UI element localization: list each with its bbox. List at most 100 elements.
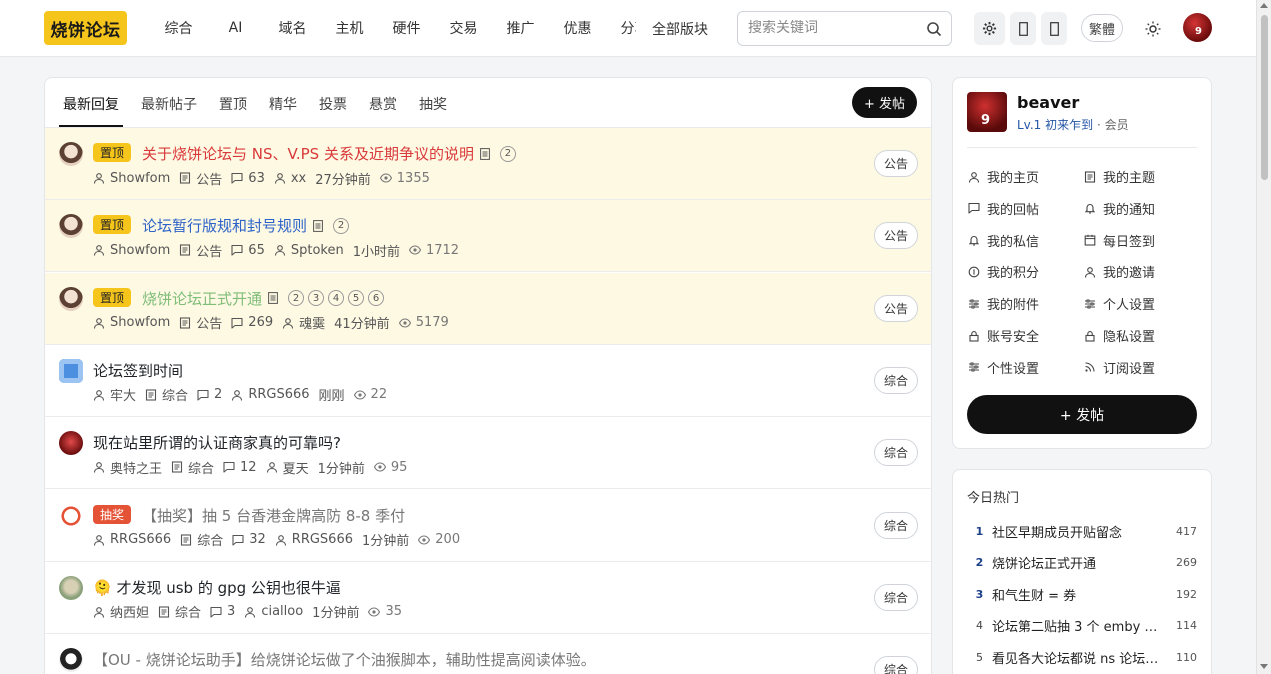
thread-title[interactable]: 🫠 才发现 usb 的 gpg 公钥也很牛逼 [93, 577, 341, 598]
nav-item-general[interactable]: 综合 [150, 18, 207, 38]
page-link[interactable]: 5 [348, 290, 365, 307]
thread-author-avatar[interactable] [59, 214, 83, 239]
thread-last-replier[interactable]: Sptoken [274, 243, 344, 258]
nav-item-domain[interactable]: 域名 [264, 18, 321, 38]
thread-category-tag[interactable]: 公告 [874, 222, 918, 250]
thread-row[interactable]: 论坛签到时间 牢大 综合 2 RRGS666 刚刚 22 综合 [45, 345, 931, 417]
tab-polls[interactable]: 投票 [319, 94, 347, 114]
page-link[interactable]: 2 [288, 290, 305, 307]
page-link[interactable]: 2 [499, 145, 516, 162]
thread-author-avatar[interactable] [59, 503, 83, 528]
hot-topic-item[interactable]: 5 看见各大论坛都说 ns 论坛的事 110 [967, 647, 1197, 667]
user-menu-item[interactable]: 每日签到 [1084, 231, 1155, 250]
thread-author[interactable]: Showfom [93, 315, 170, 330]
tab-bounty[interactable]: 悬赏 [369, 94, 397, 114]
tab-featured[interactable]: 精华 [269, 94, 297, 114]
nav-item-ai[interactable]: AI [207, 20, 264, 36]
thread-author-avatar[interactable] [59, 142, 83, 166]
thread-category[interactable]: 公告 [179, 313, 222, 332]
thread-last-replier[interactable]: 魂霙 [282, 313, 325, 332]
user-level-text[interactable]: Lv.1 初来乍到 [1017, 118, 1093, 132]
thread-category[interactable]: 综合 [145, 385, 188, 404]
thread-last-replier[interactable]: xx [274, 171, 306, 186]
user-menu-item[interactable]: 我的附件 [968, 294, 1039, 313]
nav-item-deals[interactable]: 优惠 [549, 18, 606, 38]
thread-category-tag[interactable]: 综合 [874, 511, 918, 539]
thread-author-avatar[interactable] [59, 575, 83, 600]
nav-item-share[interactable]: 分享 [606, 18, 637, 38]
theme-toggle[interactable] [1137, 12, 1169, 45]
thread-author-avatar[interactable] [59, 286, 83, 311]
thread-author[interactable]: Showfom [93, 243, 170, 258]
thread-category[interactable]: 公告 [179, 169, 222, 188]
user-menu-item[interactable]: 账号安全 [968, 326, 1039, 345]
thread-row[interactable]: 置顶 关于烧饼论坛与 NS、V.PS 关系及近期争议的说明 2 Showfom 公告… [45, 128, 931, 200]
thread-title[interactable]: 【OU - 烧饼论坛助手】给烧饼论坛做了个油猴脚本，辅助性提高阅读体验。 [93, 649, 596, 670]
thread-author-avatar[interactable] [59, 648, 83, 673]
nav-item-trade[interactable]: 交易 [435, 18, 492, 38]
thread-category[interactable]: 综合 [180, 530, 223, 549]
tab-latest-replies[interactable]: 最新回复 [63, 94, 119, 114]
nav-item-promo[interactable]: 推广 [492, 18, 549, 38]
user-menu-item[interactable]: 个人设置 [1084, 294, 1155, 313]
nav-item-hardware[interactable]: 硬件 [378, 18, 435, 38]
thread-category[interactable]: 综合 [158, 602, 201, 621]
thread-author[interactable]: 奥特之王 [93, 458, 162, 477]
search-icon[interactable] [926, 21, 942, 37]
hot-topic-item[interactable]: 3 和气生财 = 券 192 [967, 584, 1197, 604]
user-menu-item[interactable]: 订阅设置 [1084, 358, 1155, 377]
thread-title[interactable]: 烧饼论坛正式开通 [142, 288, 262, 309]
thread-category[interactable]: 公告 [179, 241, 222, 260]
scrollbar-thumb[interactable] [1261, 15, 1268, 180]
tab-pinned[interactable]: 置顶 [219, 94, 247, 114]
hot-topic-item[interactable]: 2 烧饼论坛正式开通 269 [967, 553, 1197, 573]
thread-last-replier[interactable]: cialloo [244, 604, 303, 619]
page-link[interactable]: 4 [328, 290, 345, 307]
all-sections-link[interactable]: 全部版块 [652, 19, 708, 39]
user-menu-item[interactable]: 我的回帖 [968, 199, 1039, 218]
thread-last-replier[interactable]: RRGS666 [231, 387, 310, 402]
thread-last-replier[interactable]: 夏天 [266, 458, 309, 477]
user-menu-item[interactable]: 个性设置 [968, 358, 1039, 377]
new-post-button[interactable]: + 发帖 [852, 87, 917, 118]
thread-last-replier[interactable]: RRGS666 [275, 532, 353, 547]
thread-author[interactable]: 牢大 [93, 385, 136, 404]
scroll-down-arrow[interactable] [1260, 664, 1268, 669]
site-logo[interactable]: 烧饼论坛 [44, 11, 127, 45]
thread-category-tag[interactable]: 公告 [874, 150, 918, 177]
thread-row[interactable]: 现在站里所谓的认证商家真的可靠吗? 奥特之王 综合 12 夏天 1分钟前 95 … [45, 417, 931, 490]
page-link[interactable]: 6 [368, 290, 385, 307]
user-menu-item[interactable]: 我的私信 [968, 231, 1039, 250]
thread-author[interactable]: RRGS666 [93, 532, 171, 547]
scroll-up-arrow[interactable] [1260, 3, 1268, 8]
thread-category-tag[interactable]: 综合 [874, 583, 918, 611]
hot-topic-item[interactable]: 4 论坛第二贴抽 3 个 emby 服务器 114 [967, 616, 1197, 636]
tab-lottery[interactable]: 抽奖 [419, 94, 447, 114]
user-panel-avatar[interactable]: 9 [967, 92, 1007, 132]
thread-row[interactable]: 🫠 才发现 usb 的 gpg 公钥也很牛逼 纳西妲 综合 3 cialloo … [45, 562, 931, 634]
hot-topic-item[interactable]: 1 社区早期成员开贴留念 417 [967, 521, 1197, 541]
thread-title[interactable]: 关于烧饼论坛与 NS、V.PS 关系及近期争议的说明 [142, 143, 474, 164]
page-link[interactable]: 3 [308, 290, 325, 307]
language-toggle[interactable]: 繁體 [1081, 14, 1123, 42]
sidebar-new-post-button[interactable]: + 发帖 [967, 395, 1197, 434]
thread-category-tag[interactable]: 综合 [874, 439, 918, 467]
user-menu-item[interactable]: 我的通知 [1084, 199, 1155, 218]
settings-button[interactable] [974, 12, 1005, 45]
layout-button-b[interactable] [1041, 12, 1067, 45]
thread-row[interactable]: 置顶 论坛暂行版规和封号规则 2 Showfom 公告 65 Sptoken 1小时… [45, 200, 931, 273]
thread-author-avatar[interactable] [59, 431, 83, 456]
thread-title[interactable]: 现在站里所谓的认证商家真的可靠吗? [93, 432, 341, 453]
search-box[interactable] [737, 11, 952, 46]
username[interactable]: beaver [1017, 93, 1079, 112]
page-scrollbar[interactable] [1256, 0, 1271, 674]
user-menu-item[interactable]: 我的主题 [1084, 167, 1155, 186]
thread-row[interactable]: 置顶 烧饼论坛正式开通 2 3 4 5 6 Showfom 公告 269 魂霙 41分钟前 … [45, 272, 931, 345]
tab-latest-posts[interactable]: 最新帖子 [141, 94, 197, 114]
thread-row[interactable]: 【OU - 烧饼论坛助手】给烧饼论坛做了个油猴脚本，辅助性提高阅读体验。 综合 [45, 634, 931, 674]
thread-category-tag[interactable]: 综合 [874, 656, 918, 674]
thread-author[interactable]: Showfom [93, 171, 170, 186]
thread-title[interactable]: 论坛签到时间 [93, 360, 183, 381]
search-input[interactable] [748, 20, 918, 36]
thread-author[interactable]: 纳西妲 [93, 602, 149, 621]
